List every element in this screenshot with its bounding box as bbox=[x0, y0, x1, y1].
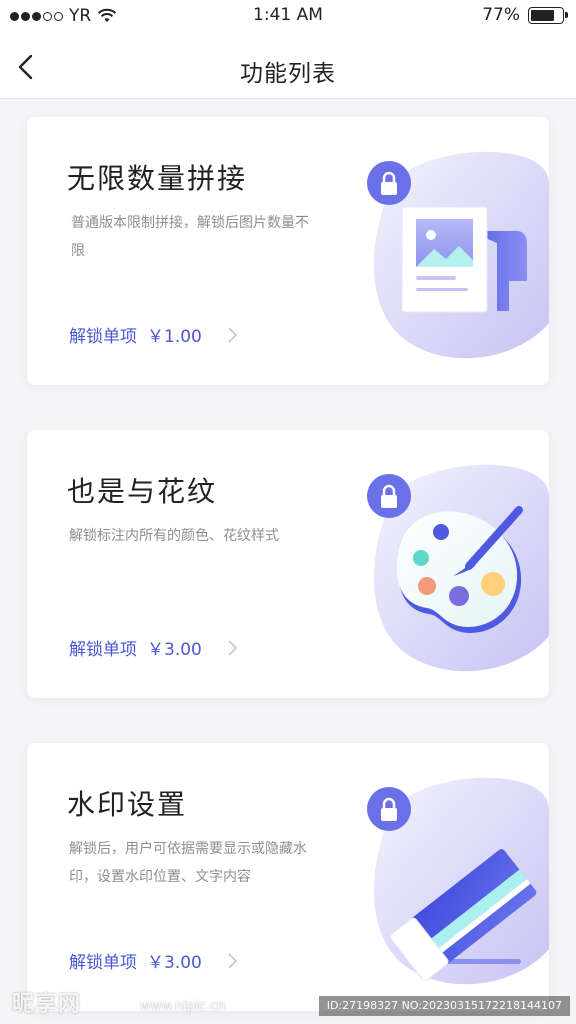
lock-icon bbox=[367, 474, 411, 518]
chevron-right-icon bbox=[228, 952, 237, 969]
battery-percent: 77% bbox=[482, 5, 520, 25]
card-title: 水印设置 bbox=[67, 788, 188, 821]
feature-card-watermark-settings[interactable]: 水印设置 解锁后，用户可依据需要显示或隐藏水印，设置水印位置、文字内容 解锁单项… bbox=[27, 743, 549, 1011]
feature-card-colors-patterns[interactable]: 也是与花纹 解锁标注内所有的颜色、花纹样式 解锁单项 ￥3.00 bbox=[27, 430, 549, 698]
status-bar: YR 1:41 AM 77% bbox=[0, 0, 576, 32]
card-description: 解锁后，用户可依据需要显示或隐藏水印，设置水印位置、文字内容 bbox=[69, 841, 307, 885]
unlock-button[interactable]: 解锁单项 ￥1.00 bbox=[69, 322, 240, 347]
status-right: 77% bbox=[482, 5, 568, 25]
unlock-label: 解锁单项 bbox=[69, 953, 137, 973]
feature-card-unlimited-splice[interactable]: 无限数量拼接 普通版本限制拼接，解锁后图片数量不限 解锁单项 ￥1.00 bbox=[27, 117, 549, 385]
eraser-illustration bbox=[367, 777, 549, 985]
battery-icon bbox=[528, 6, 568, 24]
lock-icon bbox=[367, 787, 411, 831]
unlock-label: 解锁单项 bbox=[69, 327, 137, 347]
unlock-button[interactable]: 解锁单项 ￥3.00 bbox=[69, 948, 240, 973]
card-description: 普通版本限制拼接，解锁后图片数量不限 bbox=[71, 215, 309, 259]
page-title: 功能列表 bbox=[240, 61, 336, 87]
lock-icon bbox=[367, 161, 411, 205]
unlock-price: ￥1.00 bbox=[147, 327, 202, 347]
unlock-label: 解锁单项 bbox=[69, 640, 137, 660]
chevron-right-icon bbox=[228, 639, 237, 656]
paint-palette-illustration bbox=[367, 464, 549, 672]
card-title: 也是与花纹 bbox=[67, 475, 218, 508]
unlock-price: ￥3.00 bbox=[147, 640, 202, 660]
chevron-right-icon bbox=[228, 326, 237, 343]
unlock-price: ￥3.00 bbox=[147, 953, 202, 973]
navigation-bar: 功能列表 bbox=[0, 32, 576, 99]
card-title: 无限数量拼接 bbox=[67, 162, 248, 195]
unlock-button[interactable]: 解锁单项 ￥3.00 bbox=[69, 635, 240, 660]
image-document-illustration bbox=[367, 151, 549, 359]
card-description: 解锁标注内所有的颜色、花纹样式 bbox=[69, 528, 279, 544]
